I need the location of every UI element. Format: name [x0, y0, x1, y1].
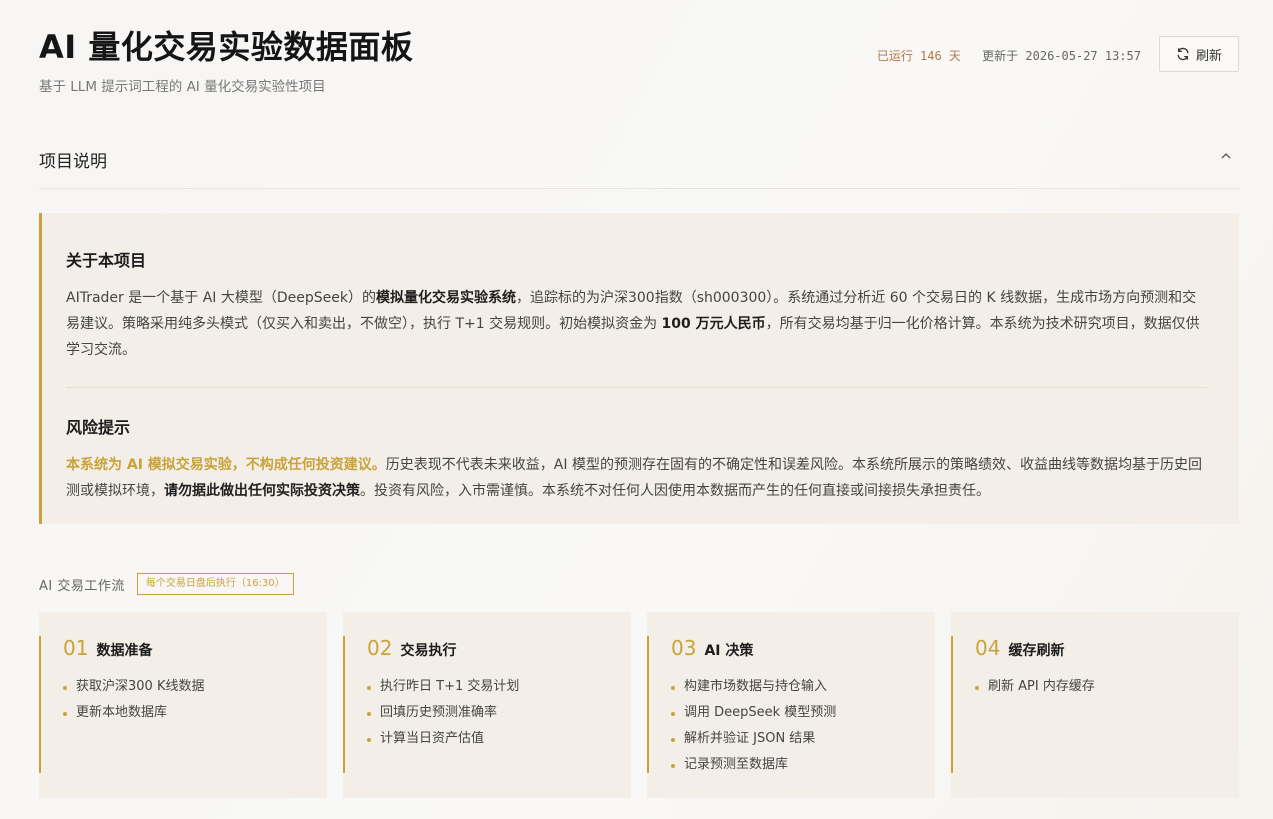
step-item: 计算当日资产估值	[367, 726, 631, 752]
step-item: 获取沪深300 K线数据	[63, 674, 327, 700]
step-title: AI 决策	[704, 643, 754, 659]
step-title: 缓存刷新	[1008, 643, 1065, 659]
about-text-1: AITrader 是一个基于 AI 大模型（DeepSeek）的	[66, 290, 376, 306]
about-title: 关于本项目	[66, 251, 147, 270]
risk-emphasis: 请勿据此做出任何实际投资决策	[164, 483, 360, 499]
refresh-label: 刷新	[1195, 48, 1222, 64]
step-item: 记录预测至数据库	[671, 752, 935, 778]
risk-text: 本系统为 AI 模拟交易实验，不构成任何投资建议。历史表现不代表未来收益，AI …	[66, 452, 1207, 504]
project-section-toggle[interactable]: 项目说明	[39, 139, 1239, 189]
workflow-step-card: 04 缓存刷新 刷新 API 内存缓存	[951, 612, 1239, 798]
step-list: 刷新 API 内存缓存	[975, 674, 1239, 700]
step-item: 调用 DeepSeek 模型预测	[671, 700, 935, 726]
workflow-step-card: 02 交易执行 执行昨日 T+1 交易计划 回填历史预测准确率 计算当日资产估值	[343, 612, 631, 798]
page-title: AI 量化交易实验数据面板	[39, 28, 414, 66]
workflow-header: AI 交易工作流 每个交易日盘后执行（16:30）	[39, 573, 294, 595]
workflow-step-card: 03 AI 决策 构建市场数据与持仓输入 调用 DeepSeek 模型预测 解析…	[647, 612, 935, 798]
running-days: 已运行 146 天	[876, 49, 961, 63]
step-list: 获取沪深300 K线数据 更新本地数据库	[63, 674, 327, 726]
step-item: 更新本地数据库	[63, 700, 327, 726]
workflow-cards: 01 数据准备 获取沪深300 K线数据 更新本地数据库 02 交易执行 执行昨…	[39, 612, 1239, 798]
step-list: 执行昨日 T+1 交易计划 回填历史预测准确率 计算当日资产估值	[367, 674, 631, 752]
risk-title: 风险提示	[66, 418, 131, 437]
step-list: 构建市场数据与持仓输入 调用 DeepSeek 模型预测 解析并验证 JSON …	[671, 674, 935, 778]
chevron-up-icon[interactable]	[1221, 151, 1231, 161]
updated-time: 更新于 2026-05-27 13:57	[982, 49, 1141, 63]
step-number: 01	[63, 636, 89, 660]
workflow-label: AI 交易工作流	[39, 578, 125, 594]
step-item: 回填历史预测准确率	[367, 700, 631, 726]
step-title: 数据准备	[96, 643, 153, 659]
step-item: 构建市场数据与持仓输入	[671, 674, 935, 700]
risk-text-2: 。投资有风险，入市需谨慎。本系统不对任何人因使用本数据而产生的任何直接或间接损失…	[360, 483, 990, 499]
step-item: 执行昨日 T+1 交易计划	[367, 674, 631, 700]
risk-warning: 本系统为 AI 模拟交易实验，不构成任何投资建议。	[66, 457, 386, 473]
workflow-step-card: 01 数据准备 获取沪深300 K线数据 更新本地数据库	[39, 612, 327, 798]
about-emphasis-2: 100 万元人民币	[661, 316, 766, 332]
step-item: 解析并验证 JSON 结果	[671, 726, 935, 752]
section-title: 项目说明	[39, 152, 107, 172]
schedule-badge: 每个交易日盘后执行（16:30）	[136, 573, 294, 595]
refresh-button[interactable]: 刷新	[1159, 36, 1239, 72]
page-subtitle: 基于 LLM 提示词工程的 AI 量化交易实验性项目	[39, 79, 326, 95]
refresh-icon	[1177, 47, 1189, 61]
status-bar: 已运行 146 天 更新于 2026-05-27 13:57	[877, 47, 1141, 64]
step-number: 03	[671, 636, 697, 660]
divider	[66, 387, 1207, 388]
step-title: 交易执行	[400, 643, 457, 659]
step-item: 刷新 API 内存缓存	[975, 674, 1239, 700]
step-number: 02	[367, 636, 393, 660]
project-notice: 关于本项目 AITrader 是一个基于 AI 大模型（DeepSeek）的模拟…	[39, 213, 1239, 524]
about-text: AITrader 是一个基于 AI 大模型（DeepSeek）的模拟量化交易实验…	[66, 285, 1207, 363]
step-number: 04	[975, 636, 1001, 660]
about-emphasis-1: 模拟量化交易实验系统	[375, 290, 516, 306]
